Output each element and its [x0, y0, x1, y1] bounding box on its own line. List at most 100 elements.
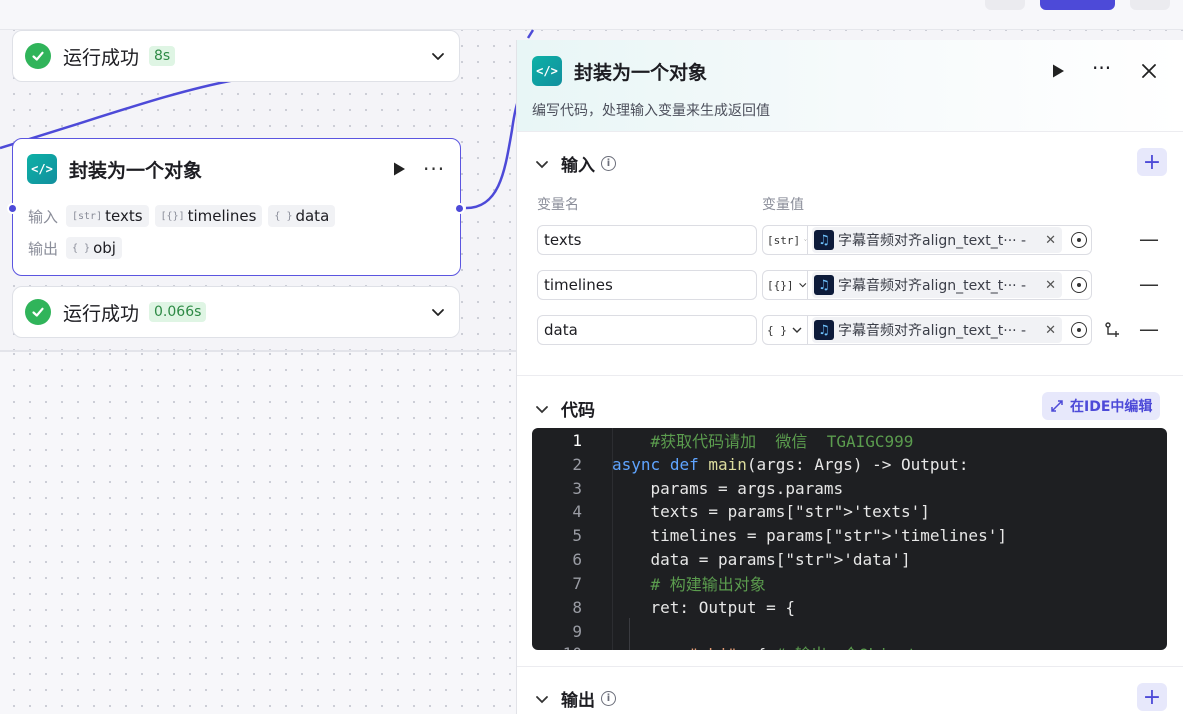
variable-value-field[interactable]: { } ♫ 字幕音频对齐align_text_t··· - data ✕ [762, 315, 1092, 345]
line-number: 5 [572, 525, 582, 545]
info-icon[interactable]: i [601, 691, 616, 706]
code-line: 2 async def main(args: Args) -> Output: [532, 452, 968, 476]
add-output-button[interactable]: + [1137, 683, 1167, 711]
type-icon: [str] [72, 210, 103, 222]
input-chip: [{}] timelines [154, 205, 263, 227]
close-icon[interactable] [1140, 62, 1158, 80]
panel-title: 封装为一个对象 [574, 61, 708, 84]
type-label: [str] [767, 233, 801, 247]
music-note-icon: ♫ [814, 320, 834, 340]
node-inputs-row: 输入 [str] texts [{}] timelines { } data [28, 205, 341, 227]
type-icon: { } [274, 210, 293, 222]
output-label: 输出 [28, 239, 59, 258]
input-section-header[interactable]: 输入 i [535, 151, 616, 176]
line-number: 4 [572, 501, 582, 521]
remove-row-button[interactable]: — [1139, 227, 1159, 251]
code-icon: </> [27, 154, 57, 184]
line-number: 6 [572, 549, 582, 569]
more-icon[interactable]: ··· [1092, 56, 1111, 80]
edge-to-panel [465, 94, 522, 210]
input-section-title: 输入 [561, 156, 595, 176]
run-time-badge: 8s [149, 46, 176, 66]
variable-name-input[interactable]: texts [537, 225, 757, 255]
code-text: #获取代码请加 微信 TGAIGC999 [612, 432, 914, 451]
code-line: 4 texts = params["str">'texts'] [532, 499, 930, 523]
expand-icon [1051, 400, 1063, 412]
output-port[interactable] [454, 203, 465, 214]
clear-icon[interactable]: ✕ [1045, 278, 1056, 293]
type-select[interactable]: { } [763, 316, 808, 344]
line-number: 3 [572, 478, 582, 498]
code-node-card[interactable]: </> 封装为一个对象 ··· 输入 [str] texts [{}] timeli… [7, 138, 465, 276]
output-section-title: 输出 [561, 691, 595, 711]
chip-label: texts [105, 207, 143, 225]
code-editor[interactable]: 1 #获取代码请加 微信 TGAIGC999 2 async def main(a… [532, 428, 1167, 650]
info-icon[interactable]: i [601, 156, 616, 171]
code-text: texts = params["str">'texts'] [612, 501, 930, 521]
remove-row-button[interactable]: — [1139, 272, 1159, 296]
play-icon[interactable] [391, 161, 407, 177]
play-icon[interactable] [1050, 63, 1066, 79]
section-divider [517, 375, 1183, 376]
type-label: { } [767, 323, 787, 337]
chip-label: data [295, 207, 330, 225]
target-icon[interactable] [1071, 232, 1087, 248]
reference-chip[interactable]: ♫ 字幕音频对齐align_text_t··· - data ✕ [812, 317, 1062, 343]
column-header-name: 变量名 [537, 197, 579, 213]
chip-label: timelines [187, 207, 257, 225]
variable-name-input[interactable]: data [537, 315, 757, 345]
code-text: params = args.params [612, 478, 844, 498]
edit-in-ide-button[interactable]: 在IDE中编辑 [1042, 392, 1161, 420]
run-time-badge: 0.066s [149, 302, 207, 322]
type-select[interactable]: [{}] [763, 271, 808, 299]
target-icon[interactable] [1071, 322, 1087, 338]
input-label: 输入 [28, 207, 59, 226]
line-number: 8 [572, 597, 582, 617]
more-icon[interactable]: ··· [423, 157, 445, 181]
node-outputs-row: 输出 { } obj [28, 237, 128, 259]
chip-label: obj [93, 239, 116, 257]
add-child-icon[interactable] [1103, 321, 1121, 339]
clear-icon[interactable]: ✕ [1045, 323, 1056, 338]
chevron-down-icon[interactable] [429, 47, 447, 65]
panel-description: 编写代码，处理输入变量来生成返回值 [532, 103, 770, 119]
success-check-icon [25, 299, 51, 325]
code-text: data = params["str">'data'] [612, 549, 911, 569]
code-section-header[interactable]: 代码 [535, 396, 595, 421]
output-section-header[interactable]: 输出 i [535, 686, 616, 711]
reference-text: 字幕音频对齐align_text_t··· - data [838, 323, 1028, 339]
clear-icon[interactable]: ✕ [1045, 233, 1056, 248]
reference-text: 字幕音频对齐align_text_t··· - timelines [838, 278, 1028, 294]
node-title: 封装为一个对象 [69, 159, 203, 182]
run-status-card-top[interactable]: 运行成功 8s [12, 30, 460, 82]
run-status-card-bottom[interactable]: 运行成功 0.066s [12, 286, 460, 338]
reference-chip[interactable]: ♫ 字幕音频对齐align_text_t··· - texts ✕ [812, 227, 1062, 253]
input-port[interactable] [7, 203, 18, 214]
edge-top [526, 29, 535, 39]
variable-name-input[interactable]: timelines [537, 270, 757, 300]
reference-text: 字幕音频对齐align_text_t··· - texts [838, 233, 1028, 249]
success-check-icon [25, 43, 51, 69]
music-note-icon: ♫ [814, 275, 834, 295]
remove-row-button[interactable]: — [1139, 317, 1159, 341]
line-number: 9 [572, 621, 582, 641]
panel-header: </> 封装为一个对象 ··· 编写代码，处理输入变量来生成返回值 [517, 40, 1183, 132]
type-select[interactable]: [str] [763, 226, 808, 254]
code-line: 5 timelines = params["str">'timelines'] [532, 523, 1007, 547]
code-text: # 构建输出对象 [612, 575, 766, 594]
variable-value-field[interactable]: [str] ♫ 字幕音频对齐align_text_t··· - texts ✕ [762, 225, 1092, 255]
target-icon[interactable] [1071, 277, 1087, 293]
add-input-button[interactable]: + [1137, 148, 1167, 176]
variable-value-field[interactable]: [{}] ♫ 字幕音频对齐align_text_t··· - timelines… [762, 270, 1092, 300]
code-text: "obj": { # 输出一个Object [612, 641, 917, 650]
status-text: 运行成功 [63, 302, 140, 325]
type-icon: [{}] [160, 210, 185, 222]
code-text: ret: Output = { [612, 597, 796, 617]
line-number: 2 [572, 454, 582, 474]
reference-chip[interactable]: ♫ 字幕音频对齐align_text_t··· - timelines ✕ [812, 272, 1062, 298]
chevron-down-icon [536, 405, 548, 413]
chevron-down-icon [804, 239, 807, 241]
input-chip: { } data [268, 205, 336, 227]
code-icon: </> [532, 56, 562, 86]
chevron-down-icon[interactable] [429, 303, 447, 321]
